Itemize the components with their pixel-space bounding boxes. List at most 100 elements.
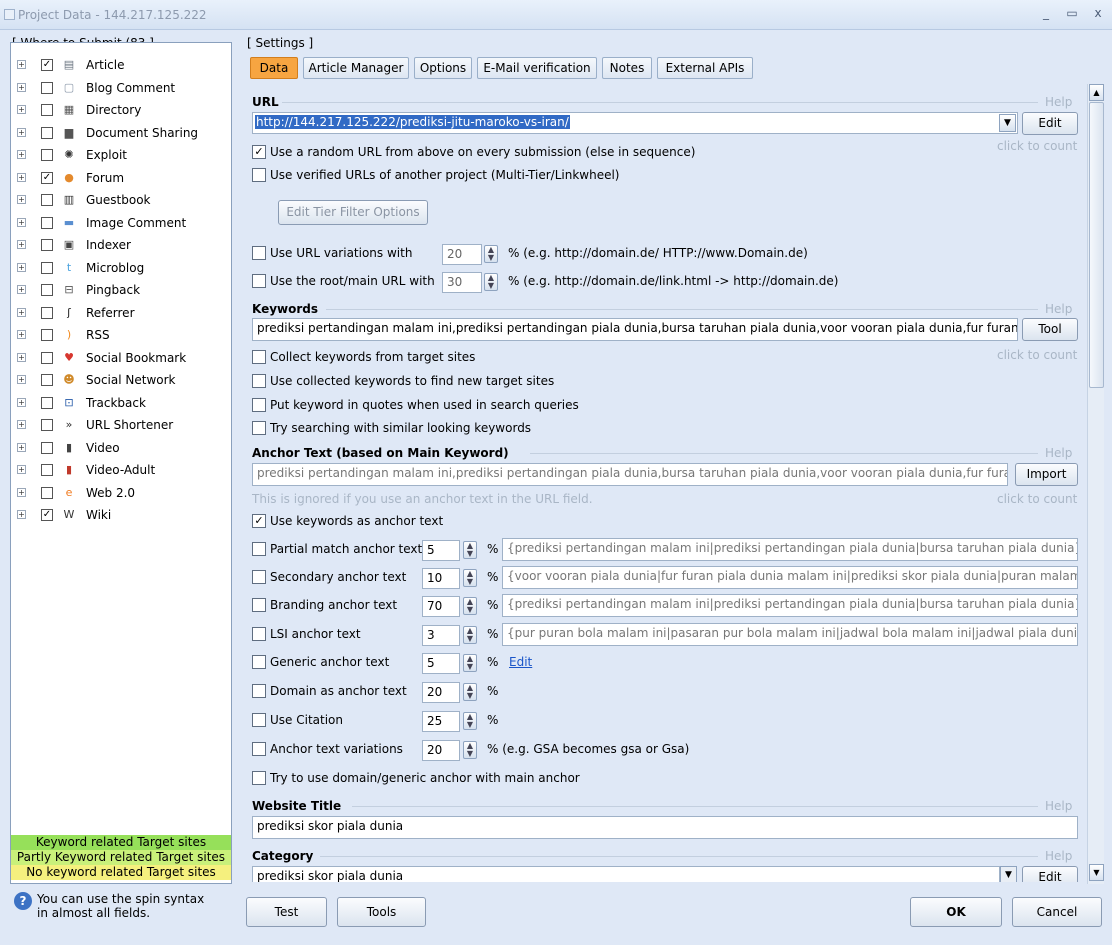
anchor-text-variations-spinner[interactable]: ▲ ▼ <box>463 741 477 759</box>
cancel-button[interactable]: Cancel <box>1012 897 1102 927</box>
lsi-anchor-text-spinner[interactable]: ▲ ▼ <box>463 626 477 644</box>
branding-anchor-text-field[interactable]: {prediksi pertandingan malam ini|prediks… <box>502 594 1078 617</box>
tree-item-checkbox[interactable] <box>41 126 53 139</box>
expand-icon[interactable]: + <box>17 397 26 407</box>
expand-icon[interactable]: + <box>17 172 26 182</box>
tree-item-checkbox[interactable] <box>41 216 53 229</box>
website-title-help-link[interactable]: Help <box>1045 799 1072 813</box>
tree-item-checkbox[interactable] <box>41 149 53 161</box>
generic-anchor-text-input[interactable]: 5 <box>422 653 460 674</box>
engine-tree[interactable]: + ✓ ▤ Article + ▢ Blog Comment + ▦ Directory + ▆ Doc… <box>10 42 232 884</box>
tree-item-social-bookmark[interactable]: + ♥ Social Bookmark <box>11 348 231 370</box>
keyword-quotes-checkbox[interactable] <box>252 398 266 412</box>
partial-match-anchor-text-checkbox[interactable] <box>252 542 266 556</box>
tree-item-trackback[interactable]: + ⊡ Trackback <box>11 393 231 415</box>
tree-item-indexer[interactable]: + ▣ Indexer <box>11 235 231 257</box>
category-edit-button[interactable]: Edit <box>1022 866 1078 882</box>
url-field[interactable]: http://144.217.125.222/prediksi-jitu-mar… <box>252 112 1018 134</box>
branding-anchor-text-checkbox[interactable] <box>252 598 266 612</box>
expand-icon[interactable]: + <box>17 195 26 204</box>
minimize-button[interactable]: _ <box>1036 6 1056 22</box>
tree-item-video[interactable]: + ▮ Video <box>11 438 231 460</box>
anchor-text-variations-checkbox[interactable] <box>252 742 266 756</box>
website-title-field[interactable]: prediksi skor piala dunia <box>252 816 1078 839</box>
tab-options[interactable]: Options <box>414 57 472 79</box>
expand-icon[interactable]: + <box>17 487 26 497</box>
expand-icon[interactable]: + <box>17 330 26 339</box>
expand-icon[interactable]: + <box>17 420 26 429</box>
expand-icon[interactable]: + <box>17 465 26 474</box>
expand-icon[interactable]: + <box>17 127 26 137</box>
partial-match-anchor-text-input[interactable]: 5 <box>422 540 460 561</box>
secondary-anchor-text-spinner[interactable]: ▲ ▼ <box>463 569 477 587</box>
url-dropdown-icon[interactable]: ▼ <box>999 114 1016 132</box>
lsi-anchor-text-field[interactable]: {pur puran bola malam ini|pasaran pur bo… <box>502 623 1078 646</box>
tree-item-referrer[interactable]: + ʃ Referrer <box>11 303 231 325</box>
expand-icon[interactable]: + <box>17 60 26 69</box>
partial-match-anchor-text-field[interactable]: {prediksi pertandingan malam ini|prediks… <box>502 538 1078 561</box>
tree-item-web-2-0[interactable]: + e Web 2.0 <box>11 483 231 505</box>
secondary-anchor-text-field[interactable]: {voor vooran piala dunia|fur furan piala… <box>502 566 1078 589</box>
edit-tier-filter-button[interactable]: Edit Tier Filter Options <box>278 200 428 225</box>
use-citation-checkbox[interactable] <box>252 713 266 727</box>
scroll-up-icon[interactable]: ▲ <box>1089 84 1104 101</box>
maximize-button[interactable]: ▭ <box>1062 6 1082 22</box>
tree-item-checkbox[interactable] <box>41 284 53 296</box>
branding-anchor-text-input[interactable]: 70 <box>422 596 460 617</box>
url-variations-input[interactable]: 20 <box>442 244 482 265</box>
tree-item-rss[interactable]: +) RSS <box>11 325 231 347</box>
tree-item-social-network[interactable]: + ☻ Social Network <box>11 370 231 392</box>
lsi-anchor-text-input[interactable]: 3 <box>422 625 460 646</box>
tab-external-apis[interactable]: External APIs <box>657 57 753 79</box>
anchor-help-link[interactable]: Help <box>1045 446 1072 460</box>
partial-match-anchor-text-spinner[interactable]: ▲ ▼ <box>463 541 477 559</box>
tree-item-guestbook[interactable]: + ▥ Guestbook <box>11 190 231 212</box>
expand-icon[interactable]: + <box>17 150 26 159</box>
tree-item-document-sharing[interactable]: + ▆ Document Sharing <box>11 123 231 145</box>
root-url-input[interactable]: 30 <box>442 272 482 293</box>
tree-item-exploit[interactable]: + ✺ Exploit <box>11 145 231 167</box>
expand-icon[interactable]: + <box>17 307 26 317</box>
tree-item-pingback[interactable]: + ⊟ Pingback <box>11 280 231 302</box>
tree-item-checkbox[interactable] <box>41 441 53 454</box>
anchor-click-to-count[interactable]: click to count <box>997 492 1077 506</box>
use-citation-spinner[interactable]: ▲ ▼ <box>463 712 477 730</box>
expand-icon[interactable]: + <box>17 375 26 384</box>
tree-item-checkbox[interactable] <box>41 486 53 499</box>
tree-item-blog-comment[interactable]: + ▢ Blog Comment <box>11 78 231 100</box>
root-url-checkbox[interactable] <box>252 274 266 288</box>
tab-article-manager[interactable]: Article Manager <box>303 57 409 79</box>
expand-icon[interactable]: + <box>17 105 26 114</box>
url-help-link[interactable]: Help <box>1045 95 1072 109</box>
verified-urls-checkbox[interactable] <box>252 168 266 182</box>
tree-item-checkbox[interactable]: ✓ <box>41 59 53 71</box>
tree-item-checkbox[interactable] <box>41 374 53 386</box>
tree-item-checkbox[interactable] <box>41 261 53 274</box>
keywords-click-to-count[interactable]: click to count <box>997 348 1077 362</box>
test-button[interactable]: Test <box>246 897 327 927</box>
category-dropdown-icon[interactable]: ▼ <box>1000 866 1017 882</box>
similar-keywords-checkbox[interactable] <box>252 421 266 435</box>
category-field[interactable]: prediksi skor piala dunia <box>252 866 1000 882</box>
root-url-spinner[interactable]: ▲ ▼ <box>484 273 498 291</box>
tab-email-verification[interactable]: E-Mail verification <box>477 57 597 79</box>
scroll-down-icon[interactable]: ▼ <box>1089 864 1104 881</box>
expand-icon[interactable]: + <box>17 217 26 227</box>
tree-item-checkbox[interactable] <box>41 104 53 116</box>
url-variations-spinner[interactable]: ▲ ▼ <box>484 245 498 263</box>
url-edit-button[interactable]: Edit <box>1022 112 1078 135</box>
tree-item-checkbox[interactable] <box>41 306 53 319</box>
tree-item-video-adult[interactable]: + ▮ Video-Adult <box>11 460 231 482</box>
domain-as-anchor-text-spinner[interactable]: ▲ ▼ <box>463 683 477 701</box>
lsi-anchor-text-checkbox[interactable] <box>252 627 266 641</box>
expand-icon[interactable]: + <box>17 442 26 452</box>
random-url-checkbox[interactable]: ✓ <box>252 145 266 159</box>
domain-as-anchor-text-input[interactable]: 20 <box>422 682 460 703</box>
expand-icon[interactable]: + <box>17 240 26 249</box>
tree-item-checkbox[interactable] <box>41 81 53 94</box>
tree-item-checkbox[interactable]: ✓ <box>41 171 53 184</box>
tree-item-checkbox[interactable] <box>41 396 53 409</box>
url-click-to-count[interactable]: click to count <box>997 139 1077 153</box>
tree-item-checkbox[interactable] <box>41 464 53 476</box>
expand-icon[interactable]: + <box>17 82 26 92</box>
